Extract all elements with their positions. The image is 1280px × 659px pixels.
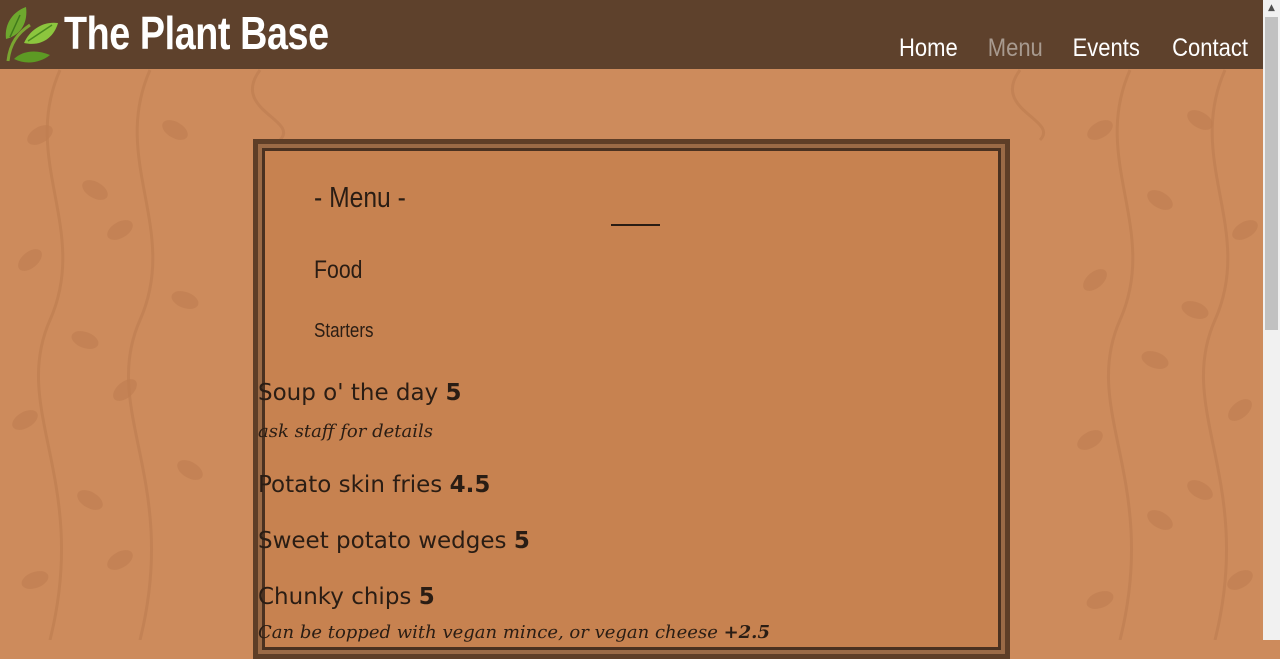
- menu-item-name: Chunky chips: [258, 584, 412, 610]
- vertical-scrollbar[interactable]: ▲: [1263, 0, 1280, 640]
- menu-item-price: 5: [418, 584, 435, 610]
- scroll-up-arrow-icon[interactable]: ▲: [1263, 0, 1280, 17]
- subsection-heading-starters: Starters: [314, 320, 374, 342]
- menu-panel: - Menu - Food Starters Soup o' the day 5…: [253, 139, 1010, 659]
- section-heading-food: Food: [314, 256, 363, 284]
- menu-item: Chunky chips 5: [258, 584, 1005, 610]
- nav-menu-link[interactable]: Menu: [988, 33, 1043, 63]
- nav-home-link[interactable]: Home: [899, 33, 958, 63]
- leaf-logo-icon[interactable]: [0, 3, 62, 65]
- main-nav: Home Menu Events Contact: [895, 33, 1253, 63]
- scroll-thumb[interactable]: [1265, 17, 1278, 330]
- menu-item-price: 5: [513, 528, 530, 554]
- menu-item-name: Potato skin fries: [258, 472, 443, 498]
- menu-title: - Menu -: [314, 182, 406, 214]
- menu-item: Potato skin fries 4.5: [258, 472, 1005, 498]
- title-underline: [611, 224, 660, 226]
- menu-item-note: ask staff for details: [258, 421, 433, 442]
- nav-contact-link[interactable]: Contact: [1172, 33, 1248, 63]
- menu-item-price: 4.5: [449, 472, 491, 498]
- menu-item: Sweet potato wedges 5: [258, 528, 1005, 554]
- brand-title[interactable]: The Plant Base: [64, 8, 329, 59]
- menu-item: Soup o' the day 5: [258, 380, 1005, 406]
- menu-item-name: Sweet potato wedges: [258, 528, 507, 554]
- menu-item-name: Soup o' the day: [258, 380, 439, 406]
- menu-item-price: 5: [445, 380, 462, 406]
- nav-events-link[interactable]: Events: [1073, 33, 1140, 63]
- top-navbar: The Plant Base Home Menu Events Contact: [0, 0, 1263, 69]
